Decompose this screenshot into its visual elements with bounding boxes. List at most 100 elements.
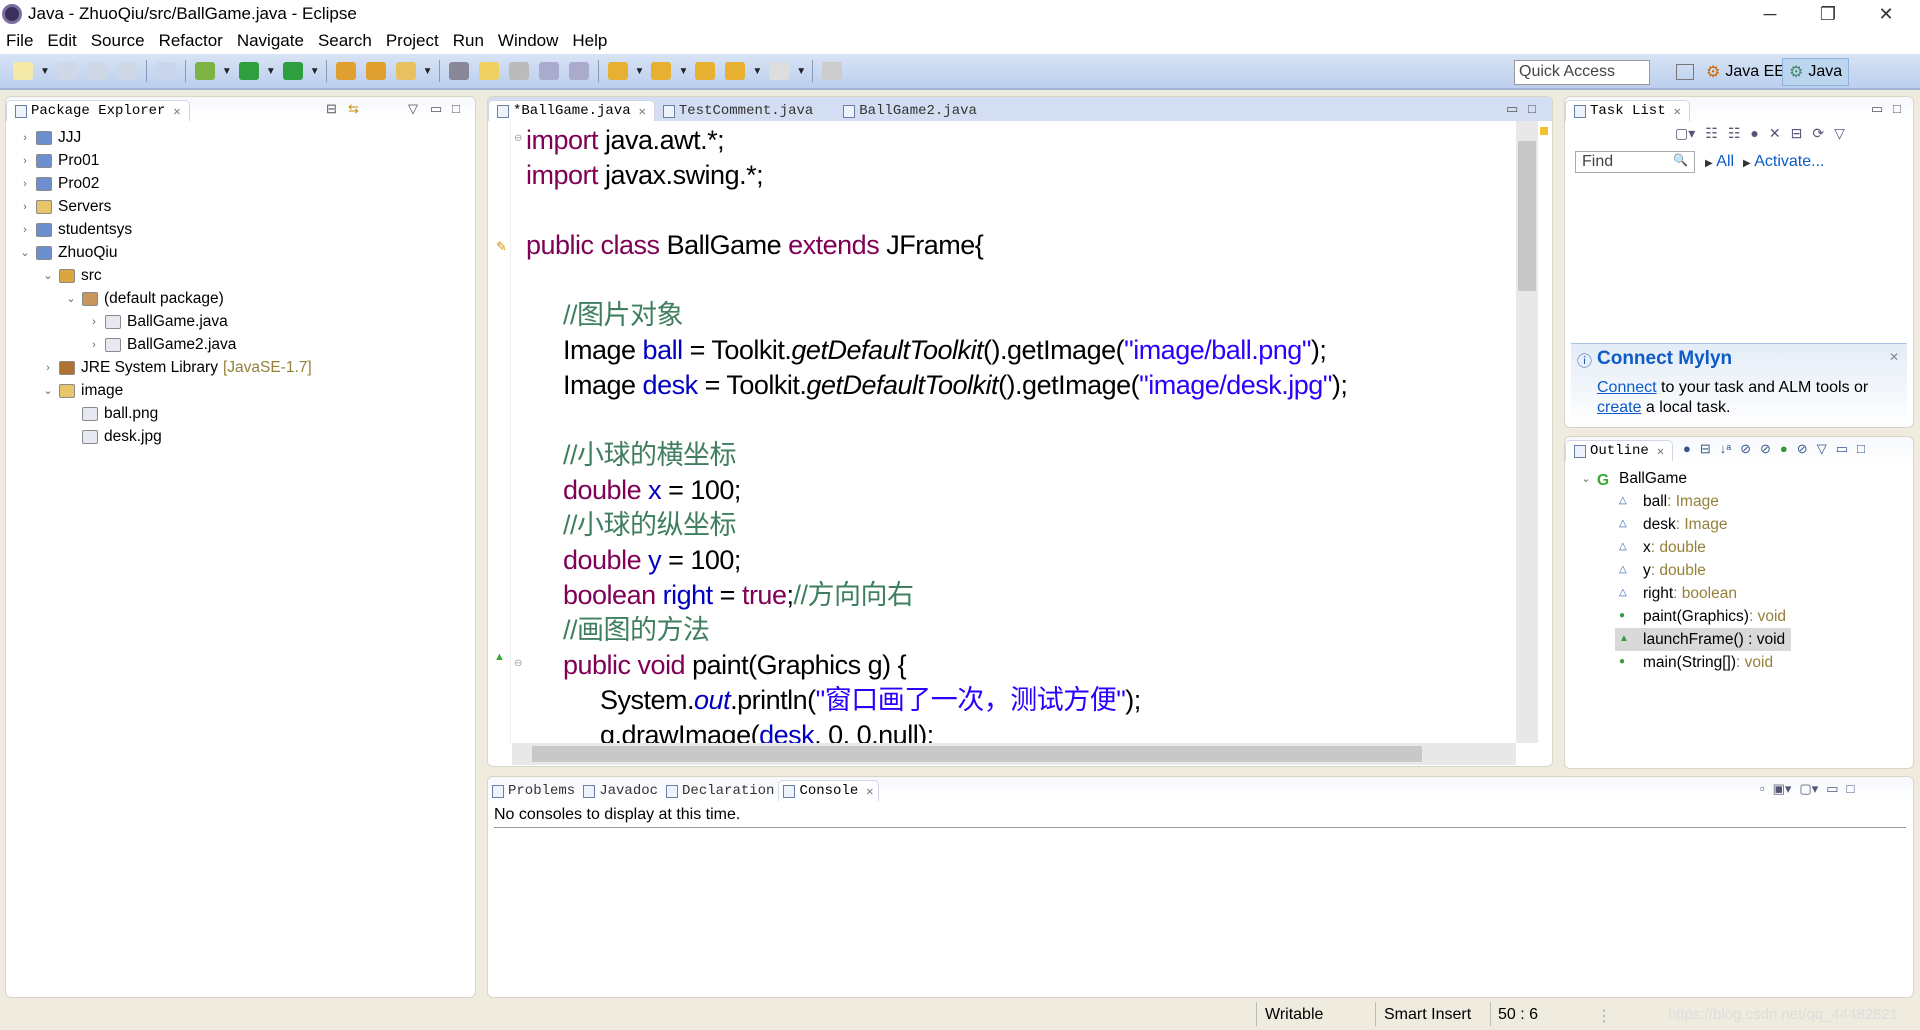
restore-button[interactable]: ❐ bbox=[1800, 0, 1856, 28]
sync-repo-icon[interactable]: ⟳ bbox=[1812, 125, 1824, 142]
dropdown-arrow-icon[interactable]: ▼ bbox=[310, 66, 320, 77]
menu-search[interactable]: Search bbox=[318, 31, 372, 51]
outline-item[interactable]: ▲ launchFrame() : void bbox=[1615, 628, 1791, 651]
find-input[interactable]: Find 🔍 bbox=[1575, 151, 1695, 173]
menu-navigate[interactable]: Navigate bbox=[237, 31, 304, 51]
tree-item[interactable]: › BallGame.java bbox=[18, 310, 475, 333]
dropdown-arrow-icon[interactable]: ▼ bbox=[752, 66, 762, 77]
fold-icon[interactable]: ⊖ bbox=[514, 658, 522, 669]
close-button[interactable]: ✕ bbox=[1858, 0, 1914, 28]
minimize-icon[interactable]: ▭ bbox=[1871, 101, 1883, 117]
back-icon[interactable] bbox=[725, 62, 746, 80]
save-icon[interactable] bbox=[56, 62, 77, 80]
outline-item[interactable]: △ desk : Image bbox=[1579, 513, 1913, 536]
hide-completed-icon[interactable]: ✕ bbox=[1769, 125, 1781, 142]
minimize-icon[interactable]: ▭ bbox=[430, 101, 442, 117]
pin-editor-icon[interactable] bbox=[822, 62, 843, 80]
close-icon[interactable]: ✕ bbox=[866, 784, 873, 799]
dropdown-arrow-icon[interactable]: ▼ bbox=[423, 66, 433, 77]
expand-icon[interactable]: › bbox=[18, 132, 32, 144]
minimize-icon[interactable]: ▭ bbox=[1836, 441, 1848, 457]
maximize-icon[interactable]: □ bbox=[1857, 441, 1865, 457]
tree-item[interactable]: › studentsys bbox=[18, 218, 475, 241]
pin-console-icon[interactable]: ▫ bbox=[1760, 781, 1765, 797]
last-edit-icon[interactable] bbox=[695, 62, 716, 80]
hide-local-types-icon[interactable]: ⊘ bbox=[1797, 441, 1808, 457]
dropdown-arrow-icon[interactable]: ▼ bbox=[678, 66, 688, 77]
display-console-icon[interactable]: ▣▾ bbox=[1773, 781, 1792, 797]
link-with-editor-icon[interactable]: ⇆ bbox=[348, 101, 359, 117]
hide-static-icon[interactable]: ⊘ bbox=[1760, 441, 1771, 457]
hide-nonpublic-icon[interactable]: ● bbox=[1780, 441, 1788, 457]
print-icon[interactable] bbox=[116, 62, 137, 80]
fold-icon[interactable]: ⊖ bbox=[514, 133, 522, 144]
menu-refactor[interactable]: Refactor bbox=[159, 31, 223, 51]
collapse-icon[interactable]: ⌄ bbox=[64, 292, 78, 305]
collapse-icon[interactable]: ⌄ bbox=[41, 384, 55, 397]
coverage-icon[interactable] bbox=[282, 62, 303, 80]
close-icon[interactable]: ✕ bbox=[1674, 104, 1681, 119]
focus-icon[interactable]: ● bbox=[1683, 441, 1691, 457]
collapse-all-icon[interactable]: ⊟ bbox=[326, 101, 337, 117]
minimize-icon[interactable]: ▭ bbox=[1826, 781, 1838, 797]
tab-task-list[interactable]: Task List ✕ bbox=[1565, 100, 1690, 121]
collapse-all-icon[interactable]: ⊟ bbox=[1791, 125, 1803, 142]
synchronize-icon[interactable]: ● bbox=[1750, 125, 1758, 142]
tree-item[interactable]: ball.png bbox=[18, 402, 475, 425]
expand-icon[interactable]: › bbox=[87, 316, 101, 328]
outline-item[interactable]: △ x : double bbox=[1579, 536, 1913, 559]
mark-occurrences-icon[interactable] bbox=[478, 62, 499, 80]
menu-project[interactable]: Project bbox=[386, 31, 439, 51]
open-perspective-button[interactable] bbox=[1670, 58, 1700, 86]
editor-tab[interactable]: BallGame2.java bbox=[835, 101, 985, 121]
menu-help[interactable]: Help bbox=[572, 31, 607, 51]
perspective-java-ee[interactable]: ⚙ Java EE bbox=[1700, 58, 1791, 86]
tree-item[interactable]: › Servers bbox=[18, 195, 475, 218]
expand-icon[interactable]: › bbox=[18, 178, 32, 190]
tab-javadoc[interactable]: Javadoc bbox=[579, 781, 662, 801]
expand-icon[interactable]: › bbox=[18, 224, 32, 236]
tree-item[interactable]: › Pro01 bbox=[18, 149, 475, 172]
tree-item[interactable]: › BallGame2.java bbox=[18, 333, 475, 356]
show-formatting-icon[interactable] bbox=[568, 62, 589, 80]
view-menu-icon[interactable]: ▽ bbox=[408, 101, 418, 117]
close-icon[interactable]: ✕ bbox=[1889, 350, 1899, 364]
tab-package-explorer[interactable]: Package Explorer ✕ bbox=[6, 100, 190, 121]
menu-source[interactable]: Source bbox=[91, 31, 145, 51]
debug-icon[interactable] bbox=[194, 62, 215, 80]
tab-console[interactable]: Console ✕ bbox=[778, 780, 879, 801]
open-call-hierarchy-icon[interactable] bbox=[448, 62, 469, 80]
tree-item[interactable]: ⌄ src bbox=[18, 264, 475, 287]
run-icon[interactable] bbox=[238, 62, 259, 80]
tree-item[interactable]: › Pro02 bbox=[18, 172, 475, 195]
forward-icon[interactable] bbox=[769, 62, 790, 80]
collapse-icon[interactable]: ⌄ bbox=[41, 269, 55, 282]
outline-item[interactable]: △ y : double bbox=[1579, 559, 1913, 582]
editor-tab[interactable]: *BallGame.java ✕ bbox=[488, 100, 655, 121]
close-icon[interactable]: ✕ bbox=[1657, 444, 1664, 459]
menu-edit[interactable]: Edit bbox=[47, 31, 76, 51]
scheduled-icon[interactable]: ☷ bbox=[1728, 125, 1741, 142]
outline-item[interactable]: ● main(String[]) : void bbox=[1579, 651, 1913, 674]
perspective-java[interactable]: ⚙ Java bbox=[1782, 58, 1850, 86]
tree-item[interactable]: › JRE System Library [JavaSE-1.7] bbox=[18, 356, 475, 379]
connect-link[interactable]: Connect bbox=[1597, 379, 1657, 396]
search-icon[interactable] bbox=[395, 62, 416, 80]
tab-outline[interactable]: Outline ✕ bbox=[1565, 440, 1674, 461]
dropdown-arrow-icon[interactable]: ▼ bbox=[796, 66, 806, 77]
tab-problems[interactable]: Problems bbox=[488, 781, 579, 801]
minimize-button[interactable]: ─ bbox=[1742, 0, 1798, 28]
outline-item[interactable]: △ right : boolean bbox=[1579, 582, 1913, 605]
categorized-icon[interactable]: ☷ bbox=[1705, 125, 1718, 142]
sort-icon[interactable]: ↓ᵃ bbox=[1720, 441, 1731, 457]
close-icon[interactable]: ✕ bbox=[639, 104, 646, 119]
quick-access-input[interactable]: Quick Access bbox=[1514, 60, 1650, 85]
open-console-icon[interactable]: ▢▾ bbox=[1799, 781, 1818, 797]
tree-item[interactable]: ⌄ image bbox=[18, 379, 475, 402]
expand-icon[interactable]: ⌄ bbox=[1579, 472, 1593, 485]
menu-file[interactable]: File bbox=[6, 31, 33, 51]
code-editor[interactable]: import java.awt.*; import javax.swing.*; p… bbox=[488, 121, 1518, 743]
view-menu-icon[interactable]: ▽ bbox=[1817, 441, 1827, 457]
maximize-icon[interactable]: □ bbox=[1847, 781, 1855, 797]
tree-item[interactable]: ⌄ (default package) bbox=[18, 287, 475, 310]
